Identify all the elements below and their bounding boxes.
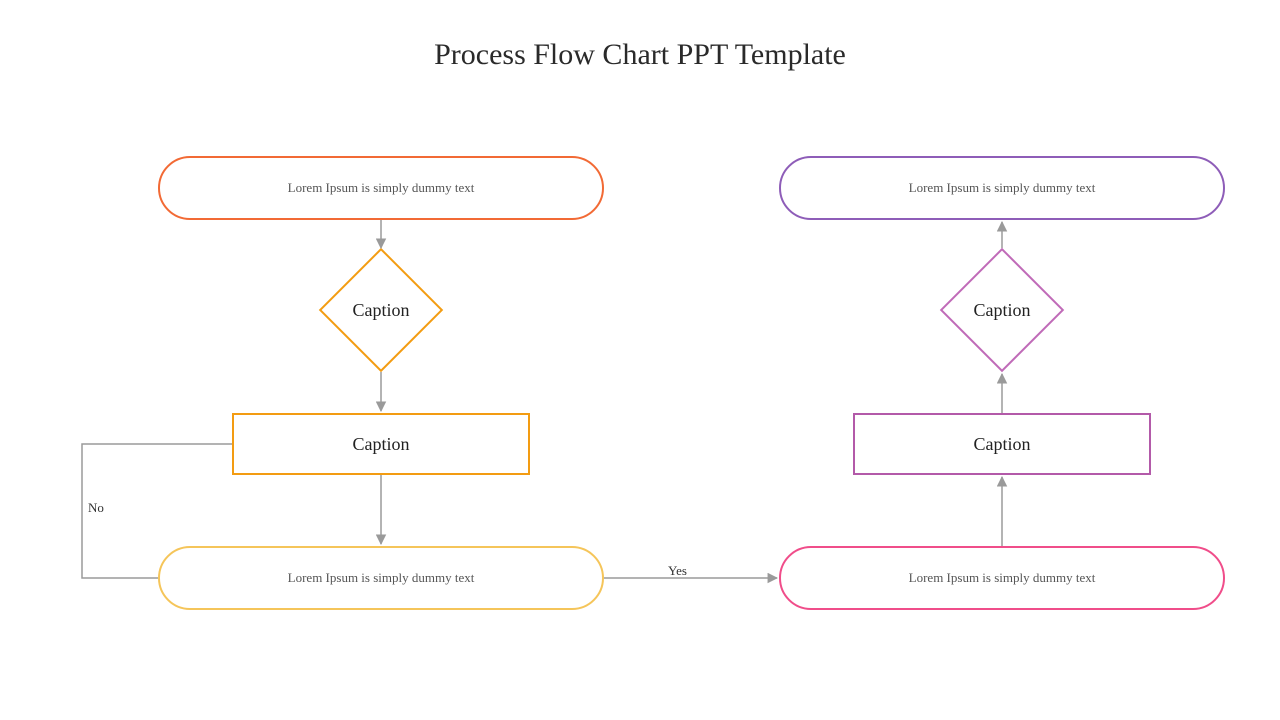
left-terminator-end: Lorem Ipsum is simply dummy text xyxy=(158,546,604,610)
right-decision-label: Caption xyxy=(958,266,1046,354)
flow-arrows xyxy=(0,0,1280,720)
left-terminator-start: Lorem Ipsum is simply dummy text xyxy=(158,156,604,220)
left-terminator-end-text: Lorem Ipsum is simply dummy text xyxy=(288,570,475,586)
no-label: No xyxy=(88,500,104,516)
left-decision-label: Caption xyxy=(337,266,425,354)
right-process-label: Caption xyxy=(974,434,1031,455)
right-terminator-start-text: Lorem Ipsum is simply dummy text xyxy=(909,570,1096,586)
right-terminator-start: Lorem Ipsum is simply dummy text xyxy=(779,546,1225,610)
right-process: Caption xyxy=(853,413,1151,475)
left-process-label: Caption xyxy=(353,434,410,455)
right-terminator-end: Lorem Ipsum is simply dummy text xyxy=(779,156,1225,220)
left-process: Caption xyxy=(232,413,530,475)
page-title: Process Flow Chart PPT Template xyxy=(0,38,1280,72)
left-decision: Caption xyxy=(337,266,425,354)
right-decision: Caption xyxy=(958,266,1046,354)
left-terminator-start-text: Lorem Ipsum is simply dummy text xyxy=(288,180,475,196)
right-terminator-end-text: Lorem Ipsum is simply dummy text xyxy=(909,180,1096,196)
yes-label: Yes xyxy=(668,563,687,579)
